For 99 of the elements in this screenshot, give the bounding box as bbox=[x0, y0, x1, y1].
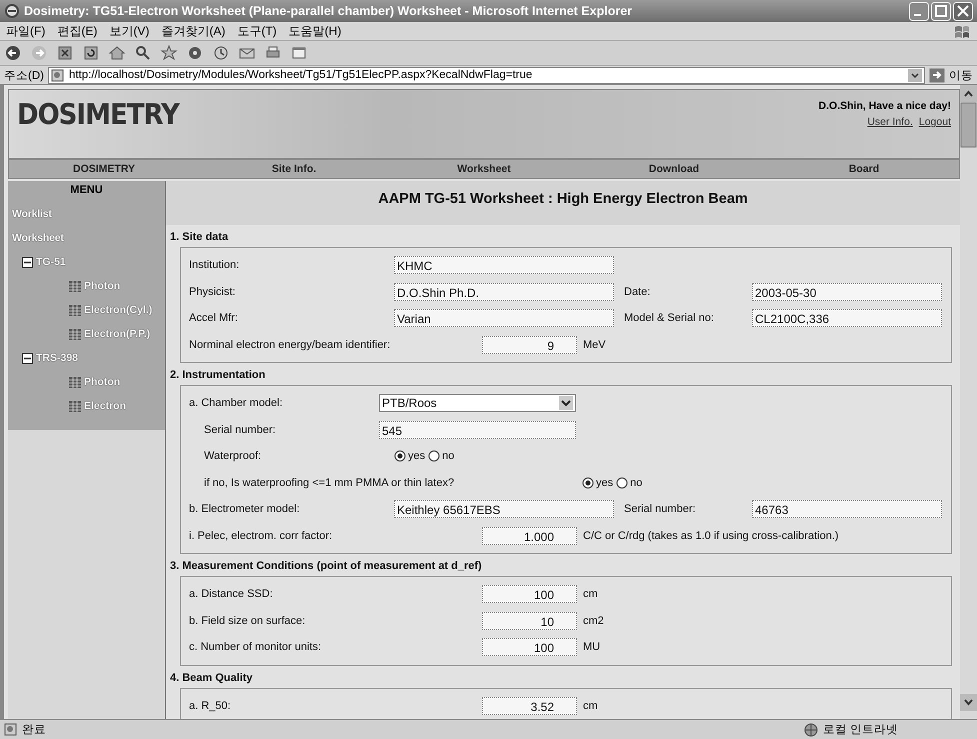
minimize-icon[interactable] bbox=[909, 2, 929, 20]
address-field[interactable]: http://localhost/Dosimetry/Modules/Worksheet/Tg51/Tg51ElecPP.aspx?KecalNdwFlag=true bbox=[48, 66, 925, 84]
field-label: Date: bbox=[624, 286, 652, 298]
windows-flag-icon bbox=[953, 23, 971, 39]
text-field[interactable]: 3.52 bbox=[482, 696, 577, 715]
stop-icon[interactable] bbox=[56, 44, 74, 62]
field-label: i. Pelec, electrom. corr factor: bbox=[189, 530, 334, 542]
grid-icon bbox=[69, 280, 81, 292]
text-field[interactable]: 1.000 bbox=[482, 526, 577, 545]
nav-tab[interactable]: Worksheet bbox=[389, 163, 579, 175]
page-icon bbox=[4, 723, 18, 736]
radio-label: yes bbox=[596, 476, 614, 489]
text-field[interactable]: Varian bbox=[394, 309, 614, 328]
menu-item[interactable]: 도움말(H) bbox=[288, 22, 342, 40]
grid-icon bbox=[69, 400, 81, 412]
field-label: Accel Mfr: bbox=[189, 312, 239, 324]
radio-button[interactable] bbox=[582, 476, 594, 489]
zone-text: 로컬 인트라넷 bbox=[823, 723, 898, 737]
unit-label: cm bbox=[582, 700, 598, 712]
field-label: a. Distance SSD: bbox=[189, 588, 274, 600]
field-label: Waterproof: bbox=[204, 450, 262, 462]
dropdown-icon[interactable] bbox=[908, 68, 922, 82]
unit-label: cm bbox=[582, 588, 598, 600]
field-label: Physicist: bbox=[189, 286, 236, 298]
caret-icon bbox=[559, 396, 573, 410]
text-field[interactable]: 46763 bbox=[752, 500, 942, 518]
text-field[interactable]: 100 bbox=[482, 585, 577, 604]
text-field[interactable]: 2003-05-30 bbox=[752, 282, 942, 301]
grid-icon bbox=[69, 328, 81, 340]
text-field[interactable]: 545 bbox=[379, 420, 576, 439]
field-label: a. R_50: bbox=[189, 700, 232, 712]
collapse-icon[interactable] bbox=[22, 256, 33, 268]
refresh-icon[interactable] bbox=[82, 44, 100, 62]
unit-label: C/C or C/rdg (takes as 1.0 if using cross-calibration.) bbox=[582, 530, 839, 542]
select-field[interactable]: PTB/Roos bbox=[379, 394, 576, 412]
maximize-icon[interactable] bbox=[931, 2, 951, 20]
radio-button[interactable] bbox=[428, 450, 440, 462]
field-label: Model & Serial no: bbox=[624, 312, 715, 324]
nav-tab[interactable]: Board bbox=[769, 163, 959, 175]
window-title: Dosimetry: TG51-Electron Worksheet (Plane-parallel chamber) Worksheet - Microsoft Internet Explorer bbox=[24, 4, 634, 18]
nav-tab[interactable]: DOSIMETRY bbox=[9, 163, 199, 175]
section-heading: 2. Instrumentation bbox=[170, 368, 266, 383]
radio-button[interactable] bbox=[394, 450, 406, 462]
grid-icon bbox=[69, 376, 81, 388]
search-icon[interactable] bbox=[134, 44, 152, 62]
globe-icon bbox=[803, 722, 819, 736]
grid-icon bbox=[69, 304, 81, 316]
text-field[interactable]: D.O.Shin Ph.D. bbox=[394, 282, 614, 301]
menu-item[interactable]: 보기(V) bbox=[109, 22, 150, 40]
text-field[interactable]: 10 bbox=[482, 612, 577, 630]
text-field[interactable]: CL2100C,336 bbox=[752, 309, 942, 328]
nav-tab[interactable]: Site Info. bbox=[199, 163, 389, 175]
close-icon[interactable] bbox=[953, 2, 973, 20]
back-icon[interactable] bbox=[4, 44, 22, 62]
text-field[interactable]: 9 bbox=[482, 336, 577, 354]
greeting-text: D.O.Shin, Have a nice day! bbox=[818, 100, 951, 112]
field-label: c. Number of monitor units: bbox=[189, 641, 322, 654]
field-label: Norminal electron energy/beam identifier: bbox=[189, 338, 392, 351]
star-icon[interactable] bbox=[160, 44, 178, 62]
nav-tab[interactable]: Download bbox=[579, 163, 769, 175]
radio-label: no bbox=[442, 450, 454, 462]
home-icon[interactable] bbox=[108, 44, 126, 62]
status-text: 완료 bbox=[22, 723, 46, 737]
field-label: Serial number: bbox=[624, 503, 697, 516]
field-label: Institution: bbox=[189, 259, 240, 272]
radio-button[interactable] bbox=[616, 476, 628, 489]
field-label: b. Field size on surface: bbox=[189, 614, 306, 627]
unit-label: MeV bbox=[582, 338, 606, 351]
section-heading: 4. Beam Quality bbox=[170, 670, 254, 686]
field-label: a. Chamber model: bbox=[189, 397, 284, 410]
unit-label: cm2 bbox=[582, 614, 604, 627]
field-label: Serial number: bbox=[204, 424, 277, 436]
radio-label: yes bbox=[408, 450, 426, 462]
page-icon bbox=[50, 68, 65, 82]
header-link[interactable]: Logout bbox=[918, 116, 951, 128]
page-title: AAPM TG-51 Worksheet : High Energy Electron Beam bbox=[166, 181, 960, 225]
radio-label: no bbox=[630, 476, 642, 489]
menu-item[interactable]: 즐겨찾기(A) bbox=[161, 22, 226, 40]
ie-logo-icon bbox=[4, 3, 20, 19]
field-label: if no, Is waterproofing <=1 mm PMMA or thin latex? bbox=[204, 476, 456, 489]
header-link[interactable]: User Info. bbox=[867, 116, 913, 128]
site-logo: DOSIMETRY bbox=[17, 98, 179, 132]
field-label: b. Electrometer model: bbox=[189, 503, 301, 516]
menu-item[interactable]: 편집(E) bbox=[57, 22, 98, 40]
section-heading: 3. Measurement Conditions (point of measurement at d_ref) bbox=[170, 559, 483, 574]
history-icon[interactable] bbox=[212, 44, 230, 62]
menu-item[interactable]: 도구(T) bbox=[237, 22, 277, 40]
menu-item[interactable]: 파일(F) bbox=[6, 22, 46, 40]
unit-label: MU bbox=[582, 641, 600, 654]
address-label: 주소(D) bbox=[4, 68, 44, 82]
media-icon[interactable] bbox=[186, 44, 204, 62]
text-field[interactable]: 100 bbox=[482, 638, 577, 656]
section-heading: 1. Site data bbox=[170, 230, 230, 245]
menu-title: MENU bbox=[8, 181, 165, 202]
collapse-icon[interactable] bbox=[22, 352, 33, 364]
go-button[interactable]: 이동 bbox=[949, 68, 973, 82]
text-field[interactable]: KHMC bbox=[394, 256, 614, 274]
scrollbar[interactable] bbox=[960, 85, 977, 711]
text-field[interactable]: Keithley 65617EBS bbox=[394, 500, 614, 518]
